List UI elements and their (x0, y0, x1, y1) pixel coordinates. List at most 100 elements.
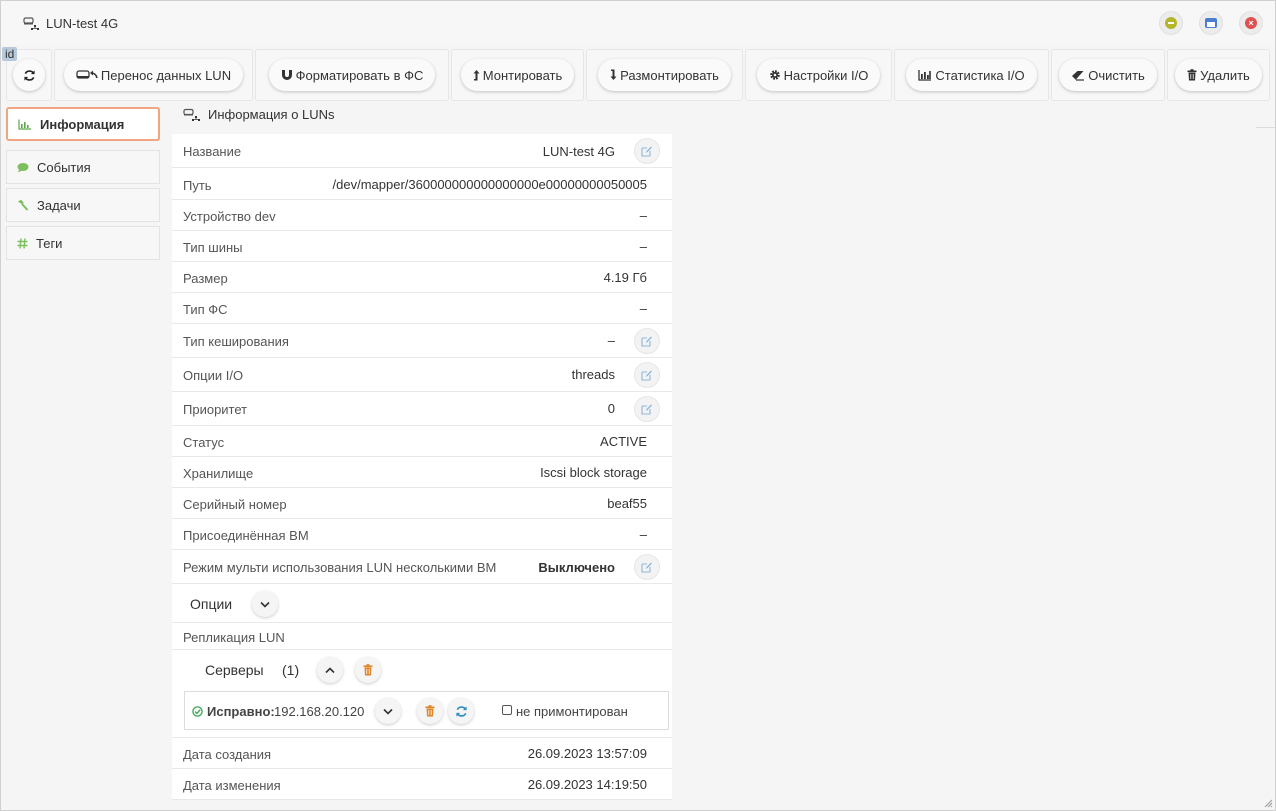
servers-count: (1) (282, 662, 300, 678)
refresh-button[interactable] (13, 59, 45, 91)
unmount-button[interactable]: Размонтировать (598, 59, 731, 91)
edit-icon (641, 562, 652, 573)
row-value: 26.09.2023 13:57:09 (527, 746, 647, 761)
options-toggle-button[interactable] (252, 591, 278, 617)
info-row-priority: Приоритет 0 (172, 392, 672, 426)
maximize-button[interactable] (1199, 11, 1223, 35)
mount-button[interactable]: Монтировать (460, 59, 575, 91)
row-label: Присоединённая ВМ (183, 528, 309, 543)
info-row-name: Название LUN-test 4G (172, 134, 672, 168)
io-settings-label: Настройки I/O (783, 67, 869, 83)
row-value: 26.09.2023 14:19:50 (527, 777, 647, 792)
hammer-icon (18, 199, 29, 211)
chevron-down-icon (383, 708, 393, 715)
edit-priority-button[interactable] (634, 396, 660, 422)
resize-grip-icon[interactable] (1263, 798, 1273, 808)
minimize-button[interactable] (1159, 11, 1183, 35)
info-row-bus-type: Тип шины – (172, 231, 672, 262)
row-label: Устройство dev (183, 209, 276, 224)
server-delete-button[interactable] (417, 698, 443, 724)
sidebar-item-label: Задачи (37, 197, 81, 213)
row-label: Опции I/O (183, 368, 244, 383)
lun-window: LUN-test 4G × id Перенос данных LUN Форм… (0, 0, 1276, 811)
delete-button[interactable]: Удалить (1175, 59, 1262, 91)
maximize-icon (1205, 18, 1217, 28)
info-row-attached-vm: Присоединённая ВМ – (172, 519, 672, 550)
transfer-icon (76, 70, 98, 79)
check-circle-icon (192, 706, 203, 717)
sidebar-item-info[interactable]: Информация (6, 107, 160, 141)
server-expand-button[interactable] (375, 698, 401, 724)
row-label: Размер (183, 271, 228, 286)
row-value: /dev/mapper/360000000000000000e000000000… (332, 177, 647, 192)
row-label: Дата изменения (183, 778, 281, 793)
io-stats-button[interactable]: Статистика I/O (906, 59, 1037, 91)
close-button[interactable]: × (1239, 11, 1263, 35)
edit-cache-type-button[interactable] (634, 328, 660, 354)
format-fs-button[interactable]: Форматировать в ФС (268, 59, 436, 91)
options-section: Опции (172, 584, 672, 623)
mount-status-label: не примонтирован (516, 704, 628, 719)
eraser-icon (1072, 70, 1085, 81)
info-row-multi-use: Режим мульти использования LUN нескольки… (172, 550, 672, 584)
sidebar-item-tasks[interactable]: Задачи (6, 188, 160, 222)
info-row-fs-type: Тип ФС – (172, 293, 672, 324)
lun-network-icon (183, 108, 200, 121)
row-value: – (639, 527, 647, 542)
info-row-storage: Хранилище Iscsi block storage (172, 457, 672, 488)
info-row-io-options: Опции I/O threads (172, 358, 672, 392)
unmount-arrow-icon (610, 69, 617, 80)
clear-button[interactable]: Очистить (1059, 59, 1157, 91)
edit-io-options-button[interactable] (634, 362, 660, 388)
io-settings-button[interactable]: Настройки I/O (756, 59, 881, 91)
edit-icon (641, 146, 652, 157)
mount-label: Монтировать (482, 67, 563, 83)
toolbar-cell-unmount: Размонтировать (586, 49, 743, 101)
row-value: – (639, 208, 647, 223)
minimize-icon (1165, 17, 1177, 29)
lun-network-icon (23, 17, 39, 30)
edit-icon (641, 336, 652, 347)
servers-collapse-button[interactable] (317, 657, 343, 683)
info-row-device: Устройство dev – (172, 200, 672, 231)
replication-label: Репликация LUN (183, 630, 285, 645)
row-label: Серийный номер (183, 497, 287, 512)
servers-delete-button[interactable] (355, 657, 381, 683)
toolbar-cell-format: Форматировать в ФС (255, 49, 449, 101)
lun-info-table: Название LUN-test 4G Путь /dev/mapper/36… (172, 134, 672, 800)
row-value: threads (571, 367, 615, 382)
clear-label: Очистить (1088, 67, 1145, 83)
toolbar-cell-io-settings: Настройки I/O (745, 49, 892, 101)
server-entry: Исправно: 192.168.20.120 не примонтирова… (184, 691, 669, 730)
toolbar-cell-mount: Монтировать (451, 49, 584, 101)
info-row-serial: Серийный номер beaf55 (172, 488, 672, 519)
magnet-icon (281, 70, 292, 80)
row-value: – (639, 301, 647, 316)
info-row-modified: Дата изменения 26.09.2023 14:19:50 (172, 769, 672, 800)
trash-icon (1187, 69, 1197, 81)
transfer-lun-data-button[interactable]: Перенос данных LUN (63, 59, 244, 91)
edit-multi-use-button[interactable] (634, 554, 660, 580)
sidebar-item-tags[interactable]: Теги (6, 226, 160, 260)
row-label: Приоритет (183, 402, 248, 417)
row-value: Выключено (538, 560, 615, 575)
row-label: Хранилище (183, 466, 254, 481)
divider (1256, 127, 1275, 128)
replication-section: Репликация LUN (172, 623, 672, 650)
edit-icon (641, 370, 652, 381)
page-title: Информация о LUNs (208, 107, 335, 122)
server-health-status: Исправно: (207, 704, 275, 719)
info-row-path: Путь /dev/mapper/360000000000000000e0000… (172, 168, 672, 200)
row-label: Статус (183, 435, 225, 450)
sidebar-item-events[interactable]: События (6, 150, 160, 184)
row-value: 0 (607, 401, 615, 416)
window-title: LUN-test 4G (46, 16, 119, 31)
mounted-checkbox[interactable] (502, 705, 512, 715)
server-sync-button[interactable] (448, 698, 474, 724)
row-label: Тип шины (183, 240, 243, 255)
servers-section: Серверы (1) (172, 650, 672, 690)
title-bar: LUN-test 4G × (1, 1, 1275, 45)
edit-name-button[interactable] (634, 138, 660, 164)
sidebar-item-label: Теги (36, 235, 63, 251)
row-label: Тип кеширования (183, 334, 289, 349)
